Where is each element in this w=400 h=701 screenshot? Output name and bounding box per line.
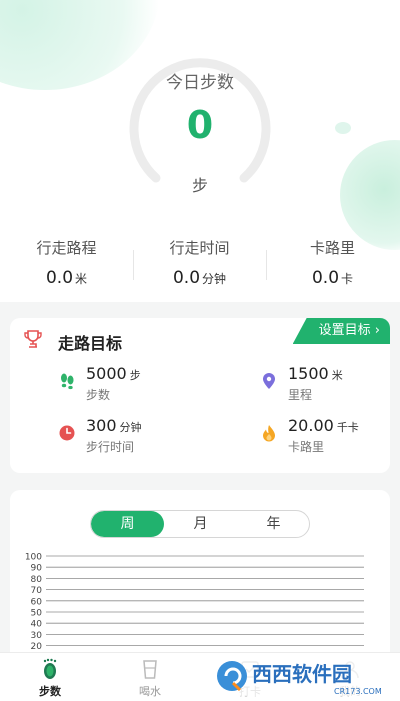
watermark-logo: 西西软件园 CR173.COM	[212, 656, 398, 696]
y-tick-label: 100	[25, 553, 42, 563]
goal-value: 20.00 千卡	[288, 416, 359, 435]
stat-label: 卡路里	[309, 239, 355, 257]
goal-label: 卡路里	[288, 440, 325, 454]
goal-value: 5000 步	[86, 364, 141, 383]
y-tick-label: 20	[31, 642, 43, 652]
svg-text:西西软件园: 西西软件园	[252, 662, 352, 686]
flame-icon	[263, 425, 275, 442]
tab-week[interactable]: 周	[91, 511, 164, 537]
goal-label: 步数	[86, 388, 111, 402]
stat-label: 行走路程	[36, 239, 97, 257]
footprints-icon	[61, 373, 74, 390]
today-steps-label: 今日步数	[166, 73, 234, 93]
stat-value: 0.0 卡	[311, 268, 354, 288]
divider	[133, 250, 134, 280]
stat-value: 0.0 分钟	[172, 268, 227, 288]
water-cup-icon	[143, 660, 157, 679]
period-selector: 周 月 年	[90, 510, 310, 538]
goal-title: 走路目标	[58, 334, 123, 353]
y-tick-label: 60	[31, 597, 43, 607]
steps-chart: 10090807060 50403020	[25, 553, 364, 652]
goal-label: 里程	[288, 388, 313, 402]
y-tick-label: 90	[31, 564, 43, 574]
goal-value: 300 分钟	[86, 416, 142, 435]
tab-water[interactable]: 喝水	[100, 653, 200, 701]
clock-icon	[59, 425, 75, 441]
tab-steps[interactable]: 步数	[0, 653, 100, 701]
tab-label: 步数	[39, 685, 61, 698]
divider	[266, 250, 267, 280]
today-steps-unit: 步	[191, 176, 208, 195]
stat-calories: 卡路里 0.0 卡	[266, 236, 399, 291]
footprint-icon	[43, 658, 57, 679]
goal-value: 1500 米	[288, 364, 343, 383]
y-tick-label: 40	[31, 620, 43, 630]
y-tick-label: 50	[31, 609, 43, 619]
today-steps-value: 0	[186, 103, 214, 147]
trophy-icon	[24, 330, 42, 348]
tab-label: 喝水	[139, 685, 161, 698]
stat-time: 行走时间 0.0 分钟	[133, 236, 266, 291]
goal-label: 步行时间	[86, 440, 135, 454]
set-goal-button[interactable]: 设置目标 ›	[292, 318, 390, 344]
y-tick-label: 80	[31, 575, 43, 585]
tab-month[interactable]: 月	[164, 511, 237, 537]
tab-year[interactable]: 年	[237, 511, 309, 537]
stats-row: 行走路程 0.0 米 行走时间 0.0 分钟 卡路里 0.0 卡	[0, 236, 400, 296]
y-tick-label: 70	[31, 586, 43, 596]
y-tick-label: 30	[31, 631, 43, 641]
location-pin-icon	[263, 373, 275, 389]
svg-text:CR173.COM: CR173.COM	[334, 687, 382, 696]
walking-goal-card: 走路目标 设置目标 › 5000 步 步数 1500 米 里程 300 分钟 步行时间	[10, 318, 390, 473]
stat-value: 0.0 米	[45, 268, 88, 288]
stat-distance: 行走路程 0.0 米	[0, 236, 133, 291]
stat-label: 行走时间	[169, 239, 230, 257]
